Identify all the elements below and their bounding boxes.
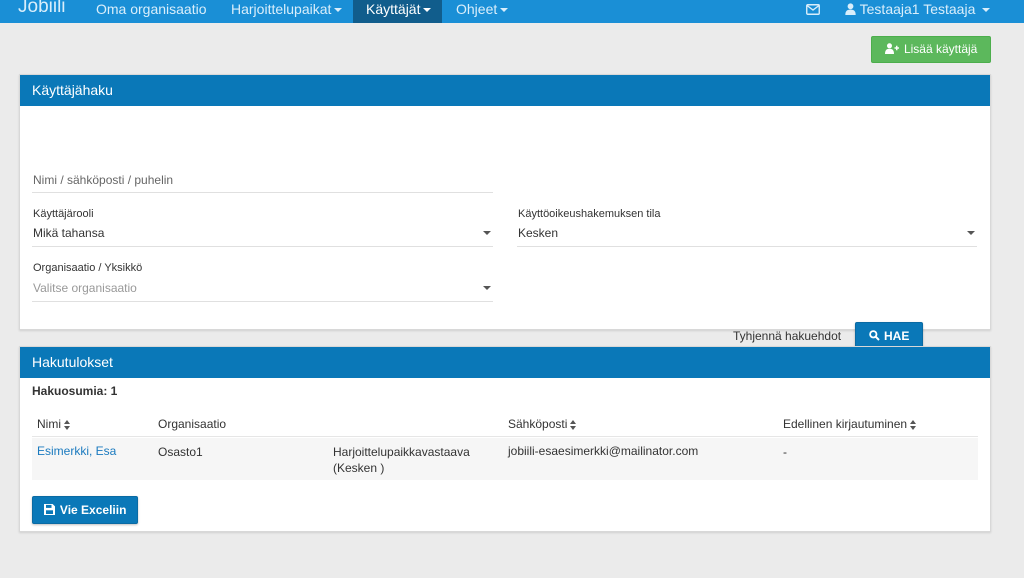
cell-organisation: Osasto1 [158, 445, 203, 459]
caret-down-icon [967, 231, 975, 235]
nav-item-label: Oma organisaatio [96, 1, 207, 17]
cell-role-name: Harjoittelupaikkavastaava [333, 445, 470, 459]
user-menu[interactable]: Testaaja1 Testaaja [845, 0, 995, 23]
add-user-button[interactable]: Lisää käyttäjä [871, 36, 991, 63]
status-select[interactable]: Kesken [517, 220, 977, 247]
results-panel-title: Hakutulokset [20, 347, 990, 378]
user-name-link[interactable]: Esimerkki, Esa [37, 443, 116, 459]
search-panel-body: Nimi / sähköposti / puhelin Käyttäjärool… [20, 106, 990, 350]
results-table-header: Nimi Organisaatio Sähköposti Edellinen k… [32, 406, 978, 437]
role-select-value: Mikä tahansa [33, 226, 105, 240]
results-panel: Hakutulokset Hakuosumia: 1 Nimi Organisa… [19, 346, 991, 532]
status-label: Käyttöoikeushakemuksen tila [518, 208, 661, 220]
column-header-last-login[interactable]: Edellinen kirjautuminen [783, 417, 917, 431]
caret-down-icon [483, 286, 491, 290]
text-search-field[interactable]: Nimi / sähköposti / puhelin [32, 162, 493, 193]
user-name: Testaaja1 Testaaja [859, 1, 976, 17]
status-select-value: Kesken [518, 226, 559, 240]
column-header-label: Organisaatio [158, 417, 227, 431]
envelope-icon [806, 4, 820, 15]
user-icon [845, 3, 856, 15]
sort-icon [910, 419, 917, 430]
brand-logo[interactable]: Jobiili [18, 0, 66, 18]
caret-down-icon [334, 8, 343, 13]
organisation-placeholder: Valitse organisaatio [33, 281, 137, 295]
results-panel-body: Hakuosumia: 1 Nimi Organisaatio Sähköpos… [20, 378, 990, 533]
column-header-name[interactable]: Nimi [37, 417, 71, 431]
user-plus-icon [884, 43, 899, 54]
column-header-organisation: Organisaatio [158, 417, 226, 431]
role-select[interactable]: Mikä tahansa [32, 220, 493, 247]
nav-item-harjoittelupaikat[interactable]: Harjoittelupaikat [221, 0, 349, 23]
nav-item-ohjeet[interactable]: Ohjeet [446, 0, 516, 23]
column-header-label: Edellinen kirjautuminen [783, 417, 908, 431]
result-count: Hakuosumia: 1 [32, 384, 118, 398]
cell-role: Harjoittelupaikkavastaava (Kesken ) [333, 444, 470, 476]
export-excel-label: Vie Exceliin [59, 503, 127, 517]
cell-role-status: (Kesken ) [333, 461, 385, 475]
column-header-email[interactable]: Sähköposti [508, 417, 577, 431]
column-header-label: Sähköposti [508, 417, 568, 431]
cell-last-login: - [783, 445, 787, 459]
messages-button[interactable] [806, 0, 824, 23]
sort-icon [64, 419, 71, 430]
clear-filters-button[interactable]: Tyhjennä hakuehdot [733, 329, 841, 343]
text-search-placeholder: Nimi / sähköposti / puhelin [33, 173, 174, 187]
caret-down-icon [982, 8, 991, 13]
nav-item-kayttajat[interactable]: Käyttäjät [353, 0, 442, 23]
add-user-label: Lisää käyttäjä [903, 42, 978, 56]
role-label: Käyttäjärooli [33, 208, 94, 220]
nav-item-oma-organisaatio[interactable]: Oma organisaatio [86, 0, 216, 23]
search-panel-title: Käyttäjähaku [20, 75, 990, 106]
caret-down-icon [500, 8, 509, 13]
search-icon [868, 330, 880, 341]
column-header-label: Nimi [37, 417, 61, 431]
floppy-icon [43, 504, 55, 515]
organisation-label: Organisaatio / Yksikkö [33, 262, 143, 274]
nav-item-label: Käyttäjät [366, 1, 421, 17]
nav-item-label: Ohjeet [456, 1, 498, 17]
user-search-panel: Käyttäjähaku Nimi / sähköposti / puhelin… [19, 74, 991, 350]
top-navbar: Jobiili Oma organisaatio Harjoittelupaik… [0, 0, 1024, 23]
search-button-label: HAE [884, 329, 910, 343]
export-excel-button[interactable]: Vie Exceliin [32, 496, 138, 524]
table-row: Esimerkki, Esa Osasto1 Harjoittelupaikka… [32, 438, 978, 480]
nav-item-label: Harjoittelupaikat [231, 1, 332, 17]
sort-icon [570, 419, 577, 430]
caret-down-icon [423, 8, 432, 13]
organisation-select[interactable]: Valitse organisaatio [32, 275, 493, 302]
cell-email: jobiili-esaesimerkki@mailinator.com [508, 444, 699, 458]
caret-down-icon [483, 231, 491, 235]
